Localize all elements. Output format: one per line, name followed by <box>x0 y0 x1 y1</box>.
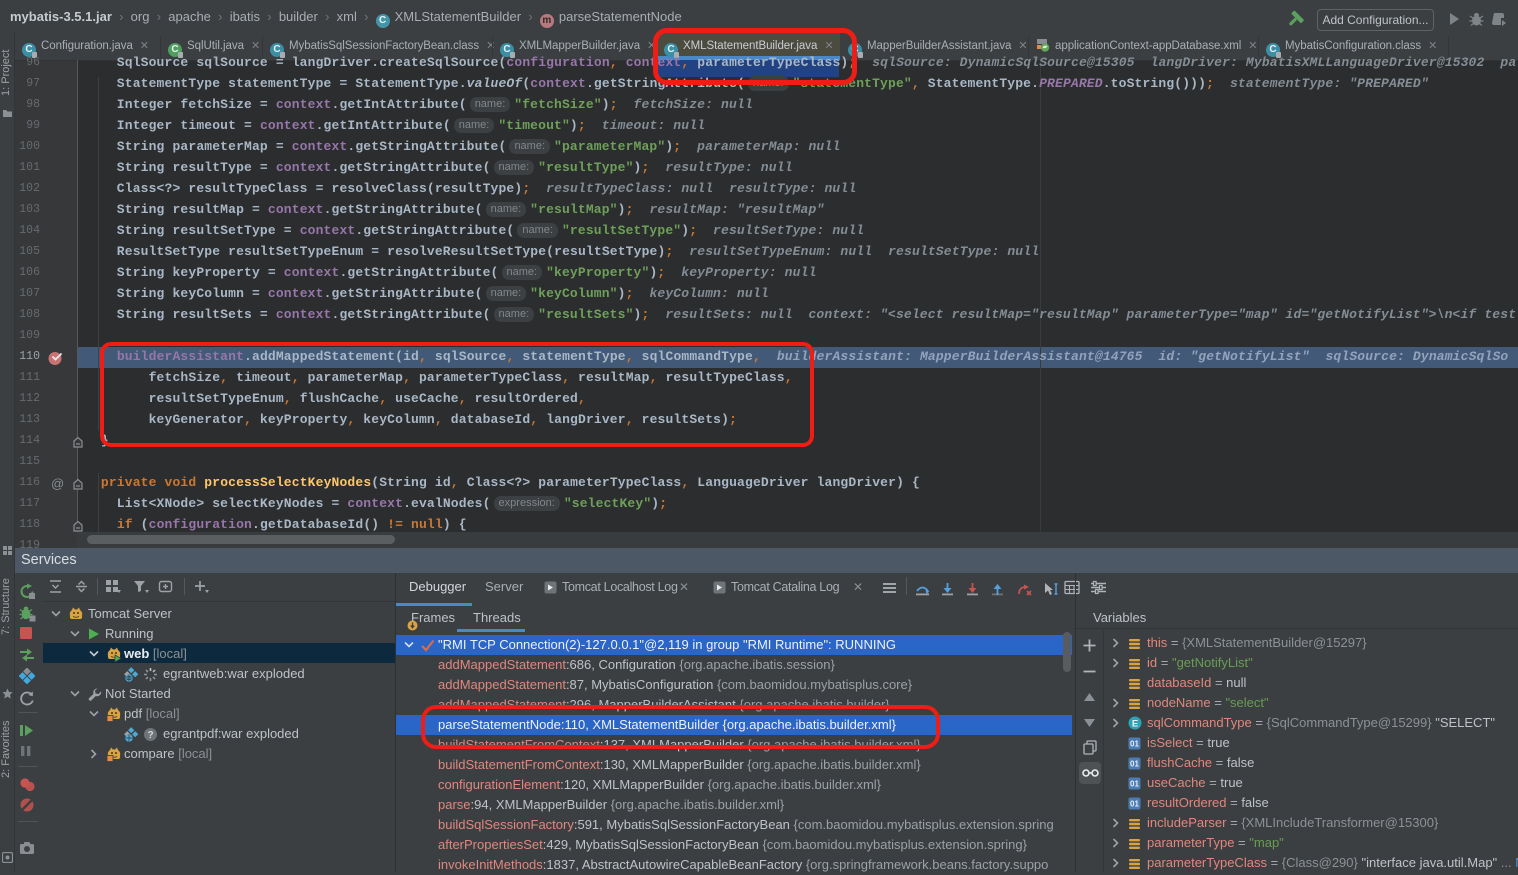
svg-text:01: 01 <box>1130 800 1139 809</box>
svg-text:01: 01 <box>1130 780 1139 789</box>
svg-text:01: 01 <box>1130 760 1139 769</box>
svg-text:E: E <box>1132 719 1138 730</box>
svg-text:01: 01 <box>1130 740 1139 749</box>
svg-text:?: ? <box>147 730 153 741</box>
